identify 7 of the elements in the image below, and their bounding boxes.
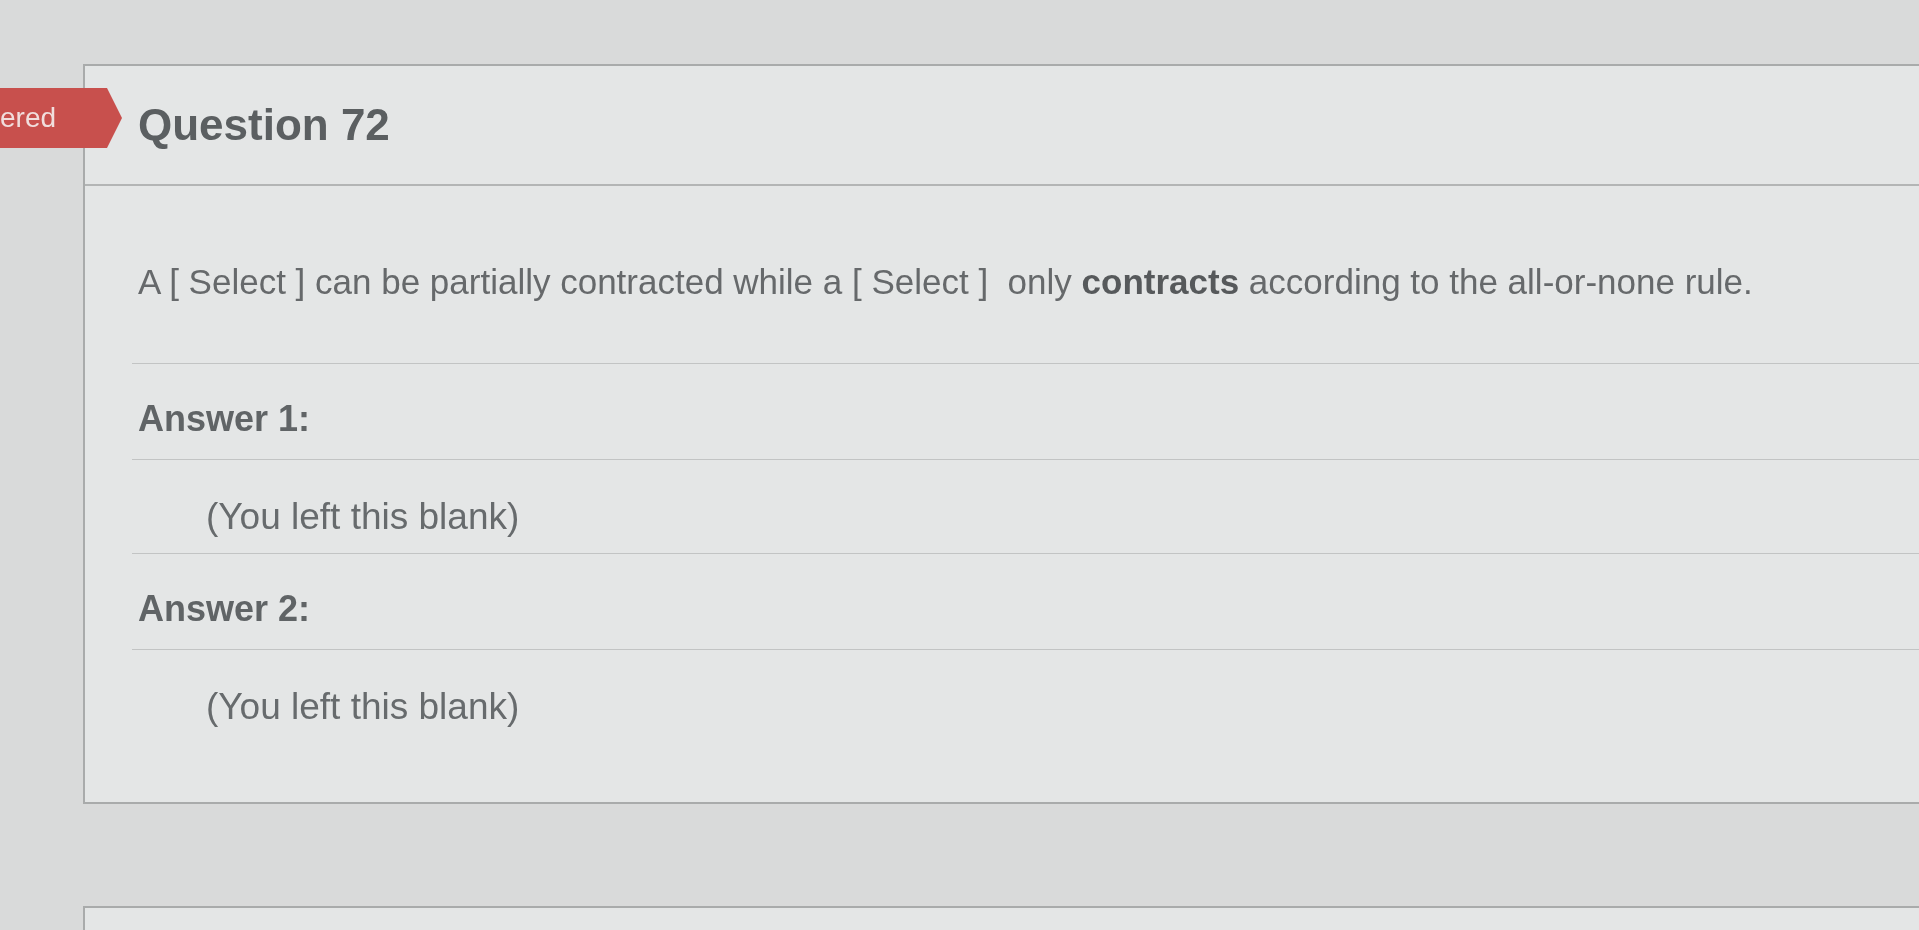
question-text: A [ Select ] can be partially contracted while a [ Select ] only contracts according to the all-or-none rule. [138, 261, 1753, 303]
status-banner: ered [0, 88, 122, 148]
answer-response: (You left this blank) [206, 686, 520, 728]
answer-label: Answer 1: [138, 398, 311, 440]
question-title: Question 72 [138, 100, 390, 150]
answer-label: Answer 2: [138, 588, 311, 630]
answer-response: (You left this blank) [206, 496, 520, 538]
